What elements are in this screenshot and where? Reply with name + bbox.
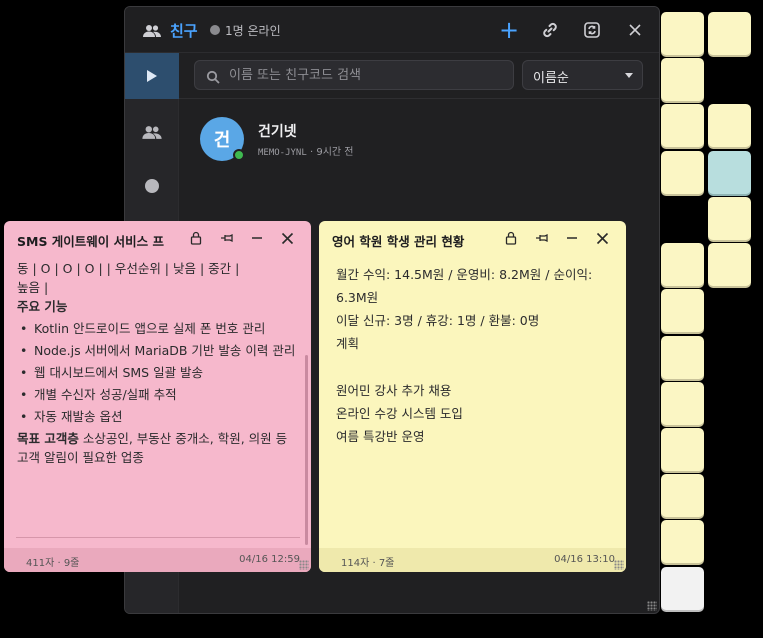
friends-header: 친구 1명 온라인 + xyxy=(125,7,659,53)
note-footer: 114자 · 7줄 04/16 13:10 xyxy=(319,548,626,572)
friends-icon xyxy=(143,23,161,39)
lock-icon[interactable] xyxy=(187,229,205,247)
sidebar-circle-icon[interactable] xyxy=(145,179,159,193)
mini-note[interactable] xyxy=(708,104,751,147)
friend-name: 건기넷 xyxy=(258,124,297,140)
link-icon[interactable] xyxy=(539,19,561,41)
list-item: Node.js 서버에서 MariaDB 기반 발송 이력 관리 xyxy=(17,341,299,360)
sidebar-friends-icon[interactable] xyxy=(142,125,162,144)
search-input[interactable] xyxy=(229,66,499,84)
char-count: 411자 · 9줄 xyxy=(26,558,80,569)
note-line: 높음 | xyxy=(17,280,49,295)
resize-grip-icon[interactable] xyxy=(614,560,624,570)
lock-icon[interactable] xyxy=(502,229,520,247)
mini-note-white[interactable] xyxy=(661,567,704,610)
mini-note[interactable] xyxy=(661,104,704,147)
mini-note[interactable] xyxy=(661,12,704,55)
friend-last-seen: · 9시간 전 xyxy=(309,147,354,158)
mini-note[interactable] xyxy=(661,58,704,101)
close-icon[interactable] xyxy=(593,229,611,247)
list-item: 자동 재발송 옵션 xyxy=(17,407,299,426)
divider xyxy=(16,537,300,538)
note-header[interactable]: 영어 학원 학생 관리 현황 xyxy=(319,221,626,255)
sort-selected: 이름순 xyxy=(533,71,569,86)
play-icon[interactable] xyxy=(125,53,179,99)
online-count: 1명 온라인 xyxy=(225,24,281,38)
note-title: 영어 학원 학생 관리 현황 xyxy=(332,234,465,249)
note-line: 계획 xyxy=(336,336,360,351)
target-paragraph: 목표 고객층 소상공인, 부동산 중개소, 학원, 의원 등 고객 알림이 필요… xyxy=(17,429,299,467)
friend-meta: MEMO-JYNL · 9시간 전 xyxy=(258,143,353,158)
note-header[interactable]: SMS 게이트웨이 서비스 프 xyxy=(4,221,311,255)
note-line: 동 | O | O | O | | 우선순위 | 낮음 | 중간 | xyxy=(17,261,240,276)
mini-note-teal[interactable] xyxy=(708,151,751,194)
close-icon[interactable] xyxy=(278,229,296,247)
note-date: 04/16 12:59 xyxy=(239,554,300,565)
sort-dropdown[interactable]: 이름순 xyxy=(522,60,643,90)
minimize-icon[interactable] xyxy=(563,229,581,247)
chevron-down-icon xyxy=(625,73,633,78)
sticky-note-academy[interactable]: 영어 학원 학생 관리 현황 월간 수익: 14.5M원 / 운영비: 8.2M… xyxy=(319,221,626,572)
note-line: 이달 신규: 3명 / 휴강: 1명 / 환불: 0명 xyxy=(336,313,540,328)
note-line: 월간 수익: 14.5M원 / 운영비: 8.2M원 / 순이익: 6.3M원 xyxy=(336,267,593,305)
list-item: 개별 수신자 성공/실패 추적 xyxy=(17,385,299,404)
window-title: 친구 xyxy=(170,22,198,40)
note-heading: 주요 기능 xyxy=(17,299,68,314)
mini-note[interactable] xyxy=(708,243,751,286)
note-line: 온라인 수강 시스템 도입 xyxy=(336,406,463,421)
resize-grip-icon[interactable] xyxy=(647,601,657,611)
friend-list-item[interactable]: 건 건기넷 MEMO-JYNL · 9시간 전 xyxy=(200,117,640,163)
online-dot-icon xyxy=(233,149,245,161)
friend-code: MEMO-JYNL xyxy=(258,148,307,158)
note-title: SMS 게이트웨이 서비스 프 xyxy=(17,234,165,249)
note-date: 04/16 13:10 xyxy=(554,554,615,565)
divider xyxy=(179,98,659,99)
pin-icon[interactable] xyxy=(218,229,236,247)
search-box[interactable] xyxy=(194,60,514,90)
feature-list: Kotlin 안드로이드 앱으로 실제 폰 번호 관리 Node.js 서버에서… xyxy=(17,319,299,426)
sticky-note-sms[interactable]: SMS 게이트웨이 서비스 프 동 | O | O | O | | 우선순위 |… xyxy=(4,221,311,572)
status-dot-icon xyxy=(210,25,220,35)
pin-icon[interactable] xyxy=(533,229,551,247)
add-friend-button[interactable]: + xyxy=(498,18,520,42)
note-body[interactable]: 동 | O | O | O | | 우선순위 | 낮음 | 중간 | 높음 | … xyxy=(17,259,299,467)
mini-note[interactable] xyxy=(708,197,751,240)
mini-note[interactable] xyxy=(661,289,704,332)
mini-note[interactable] xyxy=(661,336,704,379)
mini-note[interactable] xyxy=(661,428,704,471)
mini-note[interactable] xyxy=(661,382,704,425)
note-line: 원어민 강사 추가 채용 xyxy=(336,383,452,398)
close-icon[interactable] xyxy=(624,19,646,41)
list-item: Kotlin 안드로이드 앱으로 실제 폰 번호 관리 xyxy=(17,319,299,338)
note-line-empty xyxy=(336,355,618,379)
search-icon xyxy=(206,69,220,88)
target-label: 목표 고객층 xyxy=(17,431,79,446)
minimize-icon[interactable] xyxy=(248,229,266,247)
mini-note[interactable] xyxy=(661,243,704,286)
mini-note[interactable] xyxy=(708,12,751,55)
char-count: 114자 · 7줄 xyxy=(341,558,395,569)
scrollbar[interactable] xyxy=(305,355,308,545)
note-body[interactable]: 월간 수익: 14.5M원 / 운영비: 8.2M원 / 순이익: 6.3M원 … xyxy=(336,263,618,448)
sync-icon[interactable] xyxy=(581,19,603,41)
mini-note[interactable] xyxy=(661,520,704,563)
mini-note[interactable] xyxy=(661,474,704,517)
mini-note[interactable] xyxy=(661,151,704,194)
note-line: 여름 특강반 운영 xyxy=(336,429,425,444)
note-footer: 411자 · 9줄 04/16 12:59 xyxy=(4,548,311,572)
resize-grip-icon[interactable] xyxy=(299,560,309,570)
list-item: 웹 대시보드에서 SMS 일괄 발송 xyxy=(17,363,299,382)
